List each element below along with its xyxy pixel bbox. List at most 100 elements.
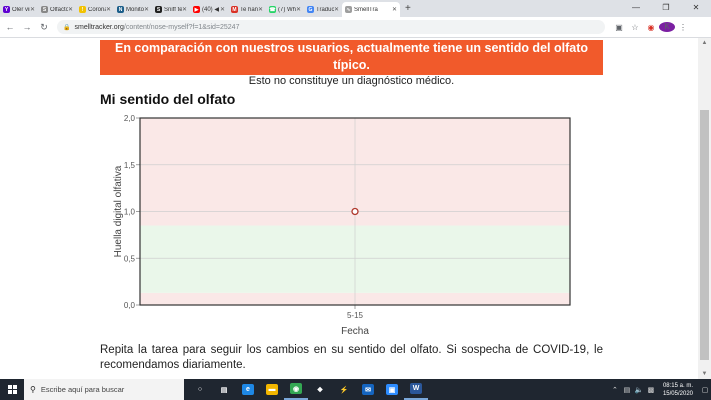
clock[interactable]: 08:15 a. m. 15/05/2020: [663, 382, 693, 398]
taskbar-app[interactable]: ○: [188, 379, 212, 400]
back-button[interactable]: ←: [3, 22, 17, 32]
close-tab-icon[interactable]: ✕: [392, 6, 397, 13]
gmail-icon: M: [231, 6, 238, 13]
tab-title: Coronavi: [88, 6, 106, 13]
n-icon: N: [117, 6, 124, 13]
page-content: En comparación con nuestros usuarios, ac…: [0, 38, 698, 379]
vertical-scrollbar[interactable]: ▲ ▼: [698, 38, 711, 379]
windows-logo-icon: [7, 385, 17, 394]
y-tick-label: 0,5: [124, 254, 136, 263]
close-tab-icon[interactable]: ✕: [220, 6, 225, 13]
close-tab-icon[interactable]: ✕: [106, 6, 111, 13]
y-axis-label: Huella digital olfativa: [113, 165, 124, 257]
tab-title: Monitori: [126, 6, 144, 13]
taskbar-search[interactable]: ⚲ Escribe aquí para buscar: [24, 379, 184, 400]
close-window-button[interactable]: ✕: [681, 0, 711, 17]
windows-taskbar: ⚲ Escribe aquí para buscar ○ ▤ e ▬ ◉ ❖ ⚡ ✉ ▣ W ⌃ …: [0, 379, 711, 400]
tab-title: Te han in: [240, 6, 258, 13]
taskbar-app[interactable]: e: [236, 379, 260, 400]
taskbar-app[interactable]: ⚡: [332, 379, 356, 400]
menu-icon[interactable]: ⋮: [675, 23, 691, 32]
browser-tab[interactable]: YOler vinag✕: [0, 2, 38, 17]
lock-icon[interactable]: 🔒: [63, 24, 70, 31]
close-tab-icon[interactable]: ✕: [334, 6, 339, 13]
browser-toolbar-icons: ▣ ☆ ◉ K ⋮: [611, 22, 691, 32]
smelltracker-icon: ∿: [345, 6, 352, 13]
y-tick-label: 1,0: [124, 208, 136, 217]
taskbar-app[interactable]: ✉: [356, 379, 380, 400]
clock-date: 15/05/2020: [662, 390, 693, 397]
section-title: Mi sentido del olfato: [100, 91, 236, 107]
chrome-icon: ◉: [290, 383, 302, 394]
new-tab-button[interactable]: +: [405, 2, 411, 17]
tab-title: (40) ◀: [202, 7, 219, 13]
notifications-icon[interactable]: ▢: [699, 386, 711, 394]
taskbar-app[interactable]: ▤: [212, 379, 236, 400]
taskbar-app[interactable]: ▬: [260, 379, 284, 400]
close-tab-icon[interactable]: ✕: [182, 6, 187, 13]
yahoo-icon: Y: [3, 6, 10, 13]
url-path: /content/nose-myself?f=1&sid=25247: [123, 23, 240, 31]
tab-title: Oler vinag: [12, 6, 30, 13]
task-view-icon: ▤: [220, 386, 228, 394]
browser-tab[interactable]: NMonitori✕: [114, 2, 152, 17]
browser-tab[interactable]: ∿ SmellTra ✕: [342, 2, 400, 17]
volume-icon[interactable]: 🔈: [633, 386, 645, 394]
translate-icon: G: [307, 6, 314, 13]
network-icon[interactable]: ▤: [621, 386, 633, 394]
y-tick-label: 1,5: [124, 161, 136, 170]
taskbar-apps: ○ ▤ e ▬ ◉ ❖ ⚡ ✉ ▣ W: [188, 379, 428, 400]
browser-tab[interactable]: GTraducto✕: [304, 2, 342, 17]
browser-tab[interactable]: ▶ (40) ◀ ✕: [190, 2, 228, 17]
address-bar[interactable]: 🔒 smelltracker.org/content/nose-myself?f…: [57, 20, 605, 34]
search-icon: ⚲: [30, 385, 36, 394]
tab-title: Olfactory: [50, 6, 68, 13]
reload-button[interactable]: ↻: [37, 22, 51, 33]
taskbar-app[interactable]: ▣: [380, 379, 404, 400]
youtube-icon: ▶: [193, 6, 200, 13]
tab-title: Traducto: [316, 6, 334, 13]
browser-tab[interactable]: SOlfactory✕: [38, 2, 76, 17]
word-icon: W: [410, 383, 422, 394]
browser-tab[interactable]: ☎(7) What✕: [266, 2, 304, 17]
language-icon[interactable]: ▩: [645, 386, 657, 394]
y-tick-label: 2,0: [124, 114, 136, 123]
tab-title: SmellTra: [354, 6, 378, 13]
clock-time: 08:15 a. m.: [662, 382, 693, 389]
taskbar-app[interactable]: ❖: [308, 379, 332, 400]
browser-tab[interactable]: !Coronavi✕: [76, 2, 114, 17]
scroll-down-icon[interactable]: ▼: [698, 369, 711, 379]
x-tick-label: 5-15: [347, 311, 364, 320]
maximize-button[interactable]: ❐: [651, 0, 681, 17]
smell-chart: 0,0 0,5 1,0 1,5 2,0 5-15 Fecha Huella digital o…: [100, 110, 603, 340]
scrollbar-thumb[interactable]: [700, 110, 709, 360]
close-tab-icon[interactable]: ✕: [296, 6, 301, 13]
dropbox-icon: ❖: [316, 386, 324, 394]
close-tab-icon[interactable]: ✕: [68, 6, 73, 13]
star-icon[interactable]: ☆: [627, 23, 643, 32]
forward-button[interactable]: →: [20, 22, 34, 32]
close-tab-icon[interactable]: ✕: [30, 6, 35, 13]
close-tab-icon[interactable]: ✕: [258, 6, 263, 13]
winamp-icon: ⚡: [339, 386, 349, 394]
taskbar-app[interactable]: ◉: [284, 379, 308, 400]
tab-title: Sniff test: [164, 6, 182, 13]
zoom-icon: ▣: [386, 384, 398, 395]
profile-button[interactable]: K: [659, 22, 675, 32]
chart-svg: 0,0 0,5 1,0 1,5 2,0 5-15 Fecha Huella digital o…: [113, 114, 571, 337]
extension-icon[interactable]: ◉: [643, 23, 659, 32]
edge-icon: e: [242, 384, 254, 395]
start-button[interactable]: [0, 379, 24, 400]
browser-tab[interactable]: MTe han in✕: [228, 2, 266, 17]
y-tick-label: 0,0: [124, 301, 136, 310]
whatsapp-icon: ☎: [269, 6, 276, 13]
browser-tab[interactable]: SSniff test✕: [152, 2, 190, 17]
mail-icon: ✉: [362, 384, 374, 395]
taskbar-app[interactable]: W: [404, 379, 428, 400]
translate-icon[interactable]: ▣: [611, 23, 627, 32]
avatar: K: [659, 22, 675, 32]
scroll-up-icon[interactable]: ▲: [698, 38, 711, 48]
minimize-button[interactable]: —: [621, 0, 651, 17]
close-tab-icon[interactable]: ✕: [144, 6, 149, 13]
chevron-up-icon[interactable]: ⌃: [609, 386, 621, 394]
